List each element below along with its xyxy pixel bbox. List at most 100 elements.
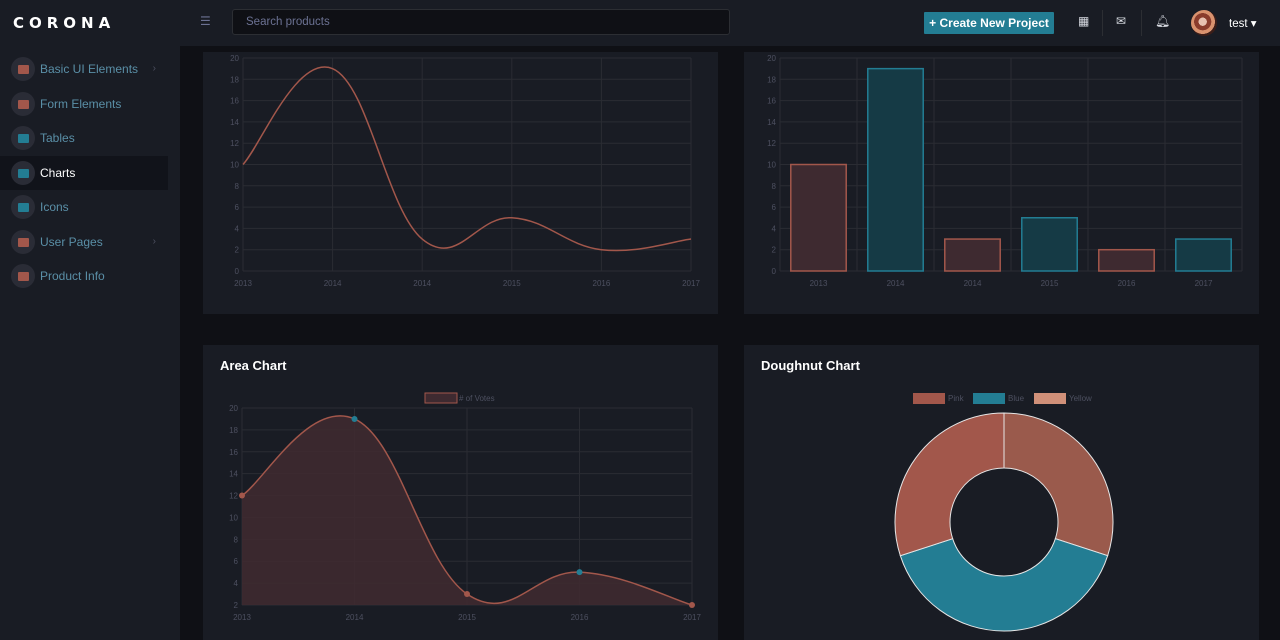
x-tick-label: 2017 bbox=[1195, 279, 1213, 288]
y-tick-label: 4 bbox=[772, 224, 777, 233]
doughnut-chart-card: Doughnut Chart Pink Blue Yellow bbox=[744, 345, 1259, 640]
sidebar-item-label: Icons bbox=[40, 200, 69, 214]
y-tick-label: 6 bbox=[772, 203, 777, 212]
legend-swatch bbox=[1034, 393, 1066, 404]
y-tick-label: 14 bbox=[767, 118, 776, 127]
sidebar-item-label: Product Info bbox=[40, 269, 105, 283]
y-tick-label: 6 bbox=[235, 203, 240, 212]
top-navbar: ☰ + Create New Project ▦ ✉ 🔔︎ test ▾ bbox=[180, 0, 1280, 46]
menu-toggle-icon[interactable]: ☰ bbox=[200, 14, 211, 28]
data-point bbox=[239, 492, 245, 499]
sidebar-item-charts[interactable]: Charts bbox=[0, 156, 168, 190]
area-chart-card: Area Chart # of Votes 2 4 6 8 10 12 14 16 18 20 2013… bbox=[203, 345, 718, 640]
doughnut-slice bbox=[1003, 412, 1114, 557]
avatar[interactable] bbox=[1191, 10, 1217, 36]
y-tick-label: 2 bbox=[235, 246, 240, 255]
divider bbox=[1141, 10, 1142, 36]
form-icon bbox=[11, 92, 35, 116]
x-tick-label: 2016 bbox=[1118, 279, 1136, 288]
brand-logo[interactable]: CORONA bbox=[13, 14, 115, 32]
y-tick-label: 10 bbox=[230, 161, 239, 170]
doughnut-slice bbox=[899, 538, 1109, 632]
line-chart: 0 2 4 6 8 10 12 14 16 18 20 2013 2014 2014 2015 2016 201… bbox=[230, 54, 700, 288]
create-new-project-button[interactable]: + Create New Project bbox=[924, 12, 1054, 34]
y-tick-label: 6 bbox=[234, 557, 239, 566]
line-chart-card: 0 2 4 6 8 10 12 14 16 18 20 2013 2014 2014 2015 2016 201… bbox=[203, 52, 718, 314]
sidebar-item-label: Tables bbox=[40, 131, 75, 145]
area-chart: Area Chart # of Votes 2 4 6 8 10 12 14 16 18 20 2013… bbox=[220, 358, 701, 622]
sidebar-item-user-pages[interactable]: User Pages › bbox=[0, 225, 168, 259]
sidebar-item-label: Form Elements bbox=[40, 97, 122, 111]
legend-swatch bbox=[424, 392, 458, 404]
x-tick-label: 2015 bbox=[458, 613, 476, 622]
y-tick-label: 16 bbox=[229, 448, 238, 457]
data-point bbox=[689, 602, 695, 608]
x-tick-label: 2016 bbox=[571, 613, 589, 622]
grid-icon[interactable]: ▦ bbox=[1078, 14, 1089, 28]
shield-icon bbox=[11, 230, 35, 254]
data-point bbox=[464, 591, 470, 598]
search-input[interactable] bbox=[232, 9, 730, 35]
y-tick-label: 0 bbox=[772, 267, 777, 276]
bar bbox=[1098, 248, 1155, 272]
sidebar-item-tables[interactable]: Tables bbox=[0, 121, 168, 155]
sidebar-item-label: Basic UI Elements bbox=[40, 62, 139, 76]
y-tick-label: 4 bbox=[234, 579, 239, 588]
chevron-down-icon: › bbox=[152, 63, 156, 74]
sidebar-item-icons[interactable]: Icons bbox=[0, 190, 168, 224]
chevron-down-icon: › bbox=[152, 236, 156, 247]
legend-label: Blue bbox=[1008, 394, 1025, 403]
bell-icon[interactable]: 🔔︎ bbox=[1155, 14, 1170, 28]
y-tick-label: 2 bbox=[234, 601, 239, 610]
bar bbox=[790, 163, 847, 272]
sidebar-item-product-info[interactable]: Product Info bbox=[0, 259, 168, 293]
x-tick-label: 2016 bbox=[593, 279, 611, 288]
bar-chart-icon bbox=[11, 161, 35, 185]
data-point bbox=[576, 569, 583, 576]
bar-chart: 0 2 4 6 8 10 12 14 16 18 20 2013 2014 2014 2015 2016 201… bbox=[767, 54, 1243, 288]
x-tick-label: 2014 bbox=[413, 279, 431, 288]
legend-swatch bbox=[913, 393, 945, 404]
x-tick-label: 2013 bbox=[233, 613, 251, 622]
sidebar-item-label: User Pages bbox=[40, 235, 103, 249]
laptop-icon bbox=[11, 57, 35, 81]
x-tick-label: 2014 bbox=[887, 279, 905, 288]
user-menu[interactable]: test ▾ bbox=[1229, 16, 1257, 30]
x-tick-label: 2014 bbox=[964, 279, 982, 288]
legend-label: # of Votes bbox=[459, 394, 495, 403]
mail-icon[interactable]: ✉ bbox=[1116, 14, 1126, 28]
bar bbox=[1021, 217, 1078, 272]
bar bbox=[1175, 238, 1232, 272]
doughnut-slice bbox=[894, 412, 1005, 557]
table-icon bbox=[11, 126, 35, 150]
sidebar: CORONA Basic UI Elements › Form Elements Ta… bbox=[0, 0, 180, 640]
y-tick-label: 20 bbox=[767, 54, 776, 63]
y-tick-label: 0 bbox=[235, 267, 240, 276]
x-tick-label: 2015 bbox=[1041, 279, 1059, 288]
y-tick-label: 8 bbox=[235, 182, 240, 191]
y-tick-label: 10 bbox=[767, 161, 776, 170]
x-tick-label: 2014 bbox=[346, 613, 364, 622]
divider bbox=[1102, 10, 1103, 36]
doughnut-chart: Doughnut Chart Pink Blue Yellow bbox=[761, 358, 1114, 632]
chart-title: Doughnut Chart bbox=[761, 358, 861, 373]
sidebar-item-label: Charts bbox=[40, 166, 76, 180]
y-tick-label: 16 bbox=[230, 97, 239, 106]
contacts-icon bbox=[11, 195, 35, 219]
y-tick-label: 8 bbox=[772, 182, 777, 191]
y-tick-label: 4 bbox=[235, 224, 240, 233]
y-tick-label: 20 bbox=[229, 404, 238, 413]
sidebar-item-basic-ui-elements[interactable]: Basic UI Elements › bbox=[0, 52, 168, 86]
sidebar-item-form-elements[interactable]: Form Elements bbox=[0, 87, 168, 121]
legend-label: Yellow bbox=[1069, 394, 1092, 403]
y-tick-label: 12 bbox=[767, 139, 776, 148]
x-tick-label: 2013 bbox=[810, 279, 828, 288]
y-tick-label: 14 bbox=[229, 470, 238, 479]
x-tick-label: 2014 bbox=[324, 279, 342, 288]
x-tick-label: 2013 bbox=[234, 279, 252, 288]
x-tick-label: 2017 bbox=[682, 279, 700, 288]
x-tick-label: 2017 bbox=[683, 613, 701, 622]
x-tick-label: 2015 bbox=[503, 279, 521, 288]
y-tick-label: 12 bbox=[230, 139, 239, 148]
chart-title: Area Chart bbox=[220, 358, 287, 373]
